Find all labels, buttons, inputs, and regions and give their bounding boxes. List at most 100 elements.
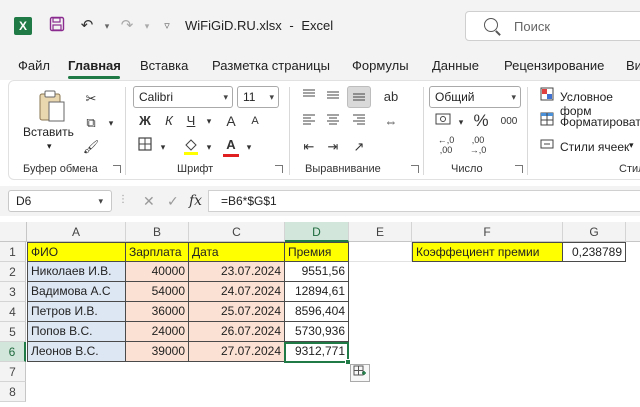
cell-d3[interactable]: 12894,61 bbox=[285, 282, 349, 302]
align-center-icon[interactable] bbox=[323, 112, 343, 132]
cell-c3[interactable]: 24.07.2024 bbox=[189, 282, 285, 302]
cell-b3[interactable]: 54000 bbox=[126, 282, 189, 302]
cell-a2[interactable]: Николаев И.В. bbox=[27, 262, 126, 282]
cell-d4[interactable]: 8596,404 bbox=[285, 302, 349, 322]
cell-a1[interactable]: ФИО bbox=[27, 242, 126, 262]
cell-b2[interactable]: 40000 bbox=[126, 262, 189, 282]
copy-icon[interactable]: ⧉ bbox=[81, 113, 101, 133]
italic-button[interactable]: К bbox=[159, 111, 179, 131]
font-name-combo[interactable]: Calibri ▾ bbox=[133, 86, 233, 108]
merge-center-icon[interactable]: ⇔ bbox=[381, 112, 401, 132]
tab-review[interactable]: Рецензирование bbox=[504, 58, 604, 73]
quick-analysis-icon[interactable] bbox=[350, 364, 370, 382]
cell-styles-dropdown-icon[interactable]: ▾ bbox=[629, 140, 634, 151]
alignment-launcher-icon[interactable] bbox=[411, 165, 419, 173]
enter-icon[interactable]: ✓ bbox=[167, 190, 179, 212]
fill-color-dropdown-icon[interactable]: ▾ bbox=[199, 137, 219, 157]
row-header-4[interactable]: 4 bbox=[0, 302, 26, 322]
tab-view[interactable]: Ви bbox=[626, 58, 640, 73]
font-color-dropdown-icon[interactable]: ▾ bbox=[239, 137, 259, 157]
font-color-button[interactable]: A bbox=[221, 135, 241, 157]
tab-file[interactable]: Файл bbox=[18, 58, 50, 73]
cut-icon[interactable]: ✂ bbox=[81, 89, 101, 109]
column-header-b[interactable]: B bbox=[126, 222, 189, 242]
tab-home[interactable]: Главная bbox=[68, 58, 121, 73]
cell-a3[interactable]: Вадимова А.С bbox=[27, 282, 126, 302]
cell-b6[interactable]: 39000 bbox=[126, 342, 189, 362]
cell-c5[interactable]: 26.07.2024 bbox=[189, 322, 285, 342]
cancel-icon[interactable]: ✕ bbox=[143, 190, 155, 212]
row-header-8[interactable]: 8 bbox=[0, 382, 26, 402]
thousands-separator-button[interactable]: 000 bbox=[497, 112, 521, 132]
cell-b1[interactable]: Зарплата bbox=[126, 242, 189, 262]
align-right-icon[interactable] bbox=[349, 112, 369, 132]
shrink-font-button[interactable]: A bbox=[245, 111, 265, 131]
formula-input[interactable]: =B6*$G$1 bbox=[208, 190, 640, 212]
grow-font-button[interactable]: A bbox=[221, 111, 241, 131]
underline-dropdown-icon[interactable]: ▾ bbox=[199, 111, 219, 131]
name-box[interactable]: D6 ▾ bbox=[8, 190, 112, 212]
column-header-d[interactable]: D bbox=[285, 222, 349, 242]
cell-b5[interactable]: 24000 bbox=[126, 322, 189, 342]
insert-function-button[interactable]: fx bbox=[189, 190, 202, 212]
column-header-a[interactable]: A bbox=[27, 222, 126, 242]
column-header-f[interactable]: F bbox=[412, 222, 563, 242]
worksheet-grid[interactable]: A B C D E F G 1 2 3 4 5 6 7 8 ФИО Зарпла… bbox=[0, 222, 640, 407]
align-top-icon[interactable] bbox=[299, 87, 319, 107]
cell-styles-icon[interactable] bbox=[537, 137, 557, 157]
cell-c6[interactable]: 27.07.2024 bbox=[189, 342, 285, 362]
format-as-table-button[interactable]: Форматироват bbox=[560, 115, 640, 129]
fill-color-icon[interactable] bbox=[181, 137, 201, 157]
decrease-decimal-button[interactable]: ,00 →,0 bbox=[465, 135, 491, 155]
align-left-icon[interactable] bbox=[299, 112, 319, 132]
save-icon[interactable] bbox=[46, 16, 68, 36]
row-header-3[interactable]: 3 bbox=[0, 282, 26, 302]
tab-formulas[interactable]: Формулы bbox=[352, 58, 409, 73]
cell-a4[interactable]: Петров И.В. bbox=[27, 302, 126, 322]
row-header-5[interactable]: 5 bbox=[0, 322, 26, 342]
increase-indent-icon[interactable]: ⇥ bbox=[323, 137, 343, 157]
column-header-h[interactable] bbox=[626, 222, 640, 242]
cell-a5[interactable]: Попов В.С. bbox=[27, 322, 126, 342]
clipboard-launcher-icon[interactable] bbox=[113, 165, 121, 173]
cell-d1[interactable]: Премия bbox=[285, 242, 349, 262]
customize-qat-icon[interactable]: ▿ bbox=[156, 16, 178, 36]
underline-button[interactable]: Ч bbox=[181, 111, 201, 131]
font-size-combo[interactable]: 11 ▾ bbox=[237, 86, 279, 108]
borders-dropdown-icon[interactable]: ▾ bbox=[153, 137, 173, 157]
borders-icon[interactable] bbox=[135, 137, 155, 157]
cell-styles-button[interactable]: Стили ячеек bbox=[560, 140, 629, 154]
cell-c4[interactable]: 25.07.2024 bbox=[189, 302, 285, 322]
wrap-text-icon[interactable]: ab bbox=[381, 87, 401, 107]
format-as-table-icon[interactable] bbox=[537, 112, 557, 132]
row-header-1[interactable]: 1 bbox=[0, 242, 26, 262]
paste-button-label[interactable]: Вставить bbox=[23, 125, 74, 139]
more-options-icon[interactable]: ⋮ bbox=[118, 194, 128, 205]
cell-f1[interactable]: Коэффециент премии bbox=[412, 242, 563, 262]
number-launcher-icon[interactable] bbox=[515, 165, 523, 173]
cell-a6[interactable]: Леонов В.С. bbox=[27, 342, 126, 362]
cell-g1[interactable]: 0,238789 bbox=[563, 242, 626, 262]
row-header-6[interactable]: 6 bbox=[0, 342, 26, 362]
copy-dropdown-icon[interactable]: ▾ bbox=[101, 113, 121, 133]
currency-icon[interactable] bbox=[433, 112, 453, 132]
row-header-7[interactable]: 7 bbox=[0, 362, 26, 382]
bold-button[interactable]: Ж bbox=[135, 111, 155, 131]
column-header-e[interactable]: E bbox=[349, 222, 412, 242]
tab-insert[interactable]: Вставка bbox=[140, 58, 188, 73]
cell-d5[interactable]: 5730,936 bbox=[285, 322, 349, 342]
format-painter-icon[interactable]: 🖌 bbox=[81, 137, 101, 157]
search-box[interactable]: Поиск bbox=[465, 11, 640, 41]
paste-icon[interactable] bbox=[37, 89, 67, 123]
conditional-format-icon[interactable] bbox=[537, 87, 557, 107]
percent-button[interactable]: % bbox=[471, 111, 491, 131]
undo-dropdown-icon[interactable]: ▾ bbox=[96, 16, 118, 36]
increase-decimal-button[interactable]: ←,0 ,00 bbox=[433, 135, 459, 155]
column-header-c[interactable]: C bbox=[189, 222, 285, 242]
conditional-format-button[interactable]: Условное форм bbox=[560, 90, 640, 118]
row-header-2[interactable]: 2 bbox=[0, 262, 26, 282]
cell-e1[interactable] bbox=[349, 242, 412, 262]
cell-b4[interactable]: 36000 bbox=[126, 302, 189, 322]
decrease-indent-icon[interactable]: ⇤ bbox=[299, 137, 319, 157]
font-launcher-icon[interactable] bbox=[275, 165, 283, 173]
